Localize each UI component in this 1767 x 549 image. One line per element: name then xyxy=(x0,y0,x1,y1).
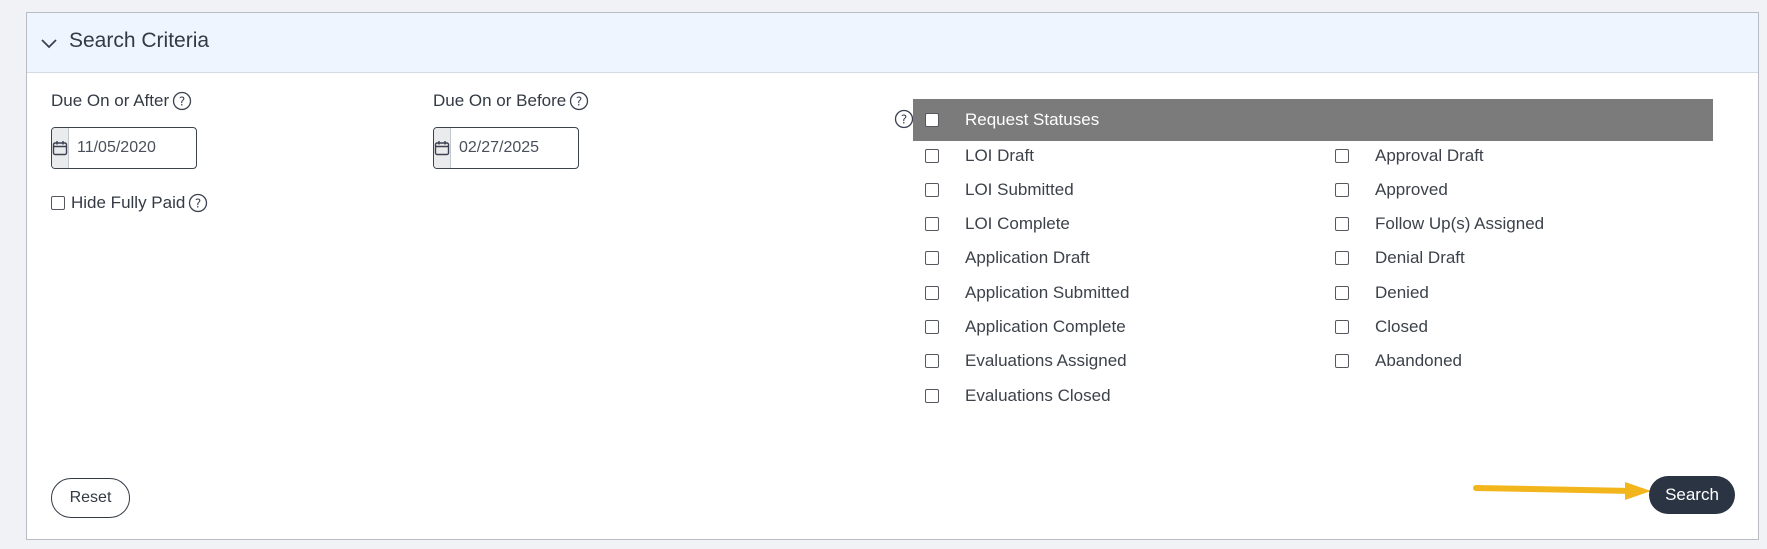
status-option: Application Complete xyxy=(925,317,1126,337)
status-label: Abandoned xyxy=(1375,351,1462,370)
due-after-label-text: Due On or After xyxy=(51,91,170,110)
status-option: LOI Complete xyxy=(925,214,1070,234)
status-checkbox[interactable] xyxy=(1335,320,1349,334)
status-checkbox[interactable] xyxy=(1335,217,1349,231)
status-label: Denied xyxy=(1375,283,1429,302)
status-checkbox[interactable] xyxy=(925,183,939,197)
status-checkbox[interactable] xyxy=(925,251,939,265)
help-icon[interactable]: ? xyxy=(188,193,208,213)
svg-text:?: ? xyxy=(576,95,582,109)
due-before-label: Due On or Before ? xyxy=(433,91,589,111)
status-checkbox[interactable] xyxy=(925,320,939,334)
status-option: Closed xyxy=(1335,317,1428,337)
status-label: LOI Submitted xyxy=(965,180,1074,199)
status-option: Evaluations Closed xyxy=(925,386,1111,406)
status-option: LOI Draft xyxy=(925,146,1034,166)
status-option: Denial Draft xyxy=(1335,248,1465,268)
status-label: Application Complete xyxy=(965,317,1126,336)
due-after-input[interactable] xyxy=(69,128,196,168)
hide-fully-paid-label: Hide Fully Paid xyxy=(71,193,186,212)
status-label: Evaluations Assigned xyxy=(965,351,1127,370)
due-after-date-picker xyxy=(51,127,197,169)
calendar-icon xyxy=(52,141,68,156)
reset-button[interactable]: Reset xyxy=(51,478,130,518)
hide-fully-paid-option: Hide Fully Paid ? xyxy=(51,193,208,213)
status-option: Denied xyxy=(1335,283,1429,303)
calendar-button[interactable] xyxy=(52,128,69,168)
status-checkbox[interactable] xyxy=(1335,183,1349,197)
calendar-button[interactable] xyxy=(434,128,451,168)
status-option: Follow Up(s) Assigned xyxy=(1335,214,1544,234)
status-checkbox[interactable] xyxy=(1335,251,1349,265)
request-statuses-header: Request Statuses xyxy=(913,99,1713,141)
svg-text:?: ? xyxy=(901,113,907,127)
status-checkbox[interactable] xyxy=(1335,286,1349,300)
status-label: Application Draft xyxy=(965,248,1090,267)
status-checkbox[interactable] xyxy=(1335,149,1349,163)
status-option: Evaluations Assigned xyxy=(925,351,1127,371)
status-option: Abandoned xyxy=(1335,351,1462,371)
svg-text:?: ? xyxy=(179,95,185,109)
search-criteria-panel: Search Criteria Due On or After ? Due On… xyxy=(26,12,1759,540)
status-option: Application Submitted xyxy=(925,283,1129,303)
calendar-icon xyxy=(434,141,450,156)
status-label: LOI Draft xyxy=(965,146,1034,165)
search-button[interactable]: Search xyxy=(1649,476,1735,514)
help-icon[interactable]: ? xyxy=(894,109,914,129)
select-all-statuses-checkbox[interactable] xyxy=(925,113,939,127)
status-label: Evaluations Closed xyxy=(965,386,1111,405)
svg-text:?: ? xyxy=(195,197,201,211)
status-option: Approval Draft xyxy=(1335,146,1484,166)
status-checkbox[interactable] xyxy=(925,354,939,368)
status-checkbox[interactable] xyxy=(925,286,939,300)
status-option: Approved xyxy=(1335,180,1448,200)
status-label: LOI Complete xyxy=(965,214,1070,233)
status-checkbox[interactable] xyxy=(1335,354,1349,368)
help-icon[interactable]: ? xyxy=(172,91,192,111)
panel-title: Search Criteria xyxy=(69,29,210,52)
due-before-input[interactable] xyxy=(451,128,578,168)
status-checkbox[interactable] xyxy=(925,389,939,403)
due-before-date-picker xyxy=(433,127,579,169)
arrow-annotation-icon xyxy=(1473,482,1651,500)
status-label: Follow Up(s) Assigned xyxy=(1375,214,1545,233)
panel-header[interactable]: Search Criteria xyxy=(27,13,1758,73)
request-statuses-label: Request Statuses xyxy=(965,110,1100,129)
status-label: Closed xyxy=(1375,317,1428,336)
status-checkbox[interactable] xyxy=(925,217,939,231)
due-before-label-text: Due On or Before xyxy=(433,91,567,110)
help-icon[interactable]: ? xyxy=(569,91,589,111)
status-label: Denial Draft xyxy=(1375,248,1465,267)
due-after-label: Due On or After ? xyxy=(51,91,192,111)
status-option: Application Draft xyxy=(925,248,1090,268)
status-label: Approval Draft xyxy=(1375,146,1484,165)
hide-fully-paid-checkbox[interactable] xyxy=(51,196,65,210)
chevron-down-icon[interactable] xyxy=(39,33,59,53)
status-label: Approved xyxy=(1375,180,1448,199)
status-label: Application Submitted xyxy=(965,283,1130,302)
status-option: LOI Submitted xyxy=(925,180,1074,200)
status-checkbox[interactable] xyxy=(925,149,939,163)
